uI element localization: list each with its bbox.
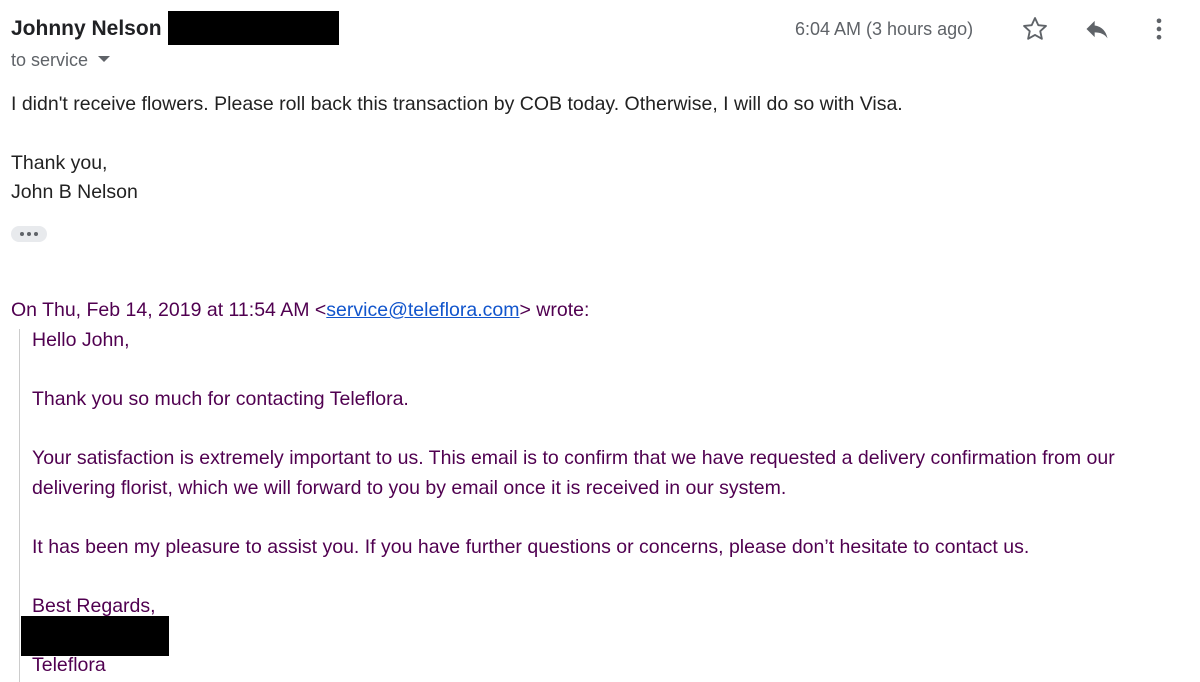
star-button[interactable] bbox=[1018, 12, 1052, 46]
reply-button[interactable] bbox=[1080, 12, 1114, 46]
recipient-details-toggle[interactable]: to service bbox=[11, 50, 111, 71]
quoted-company-signature: Teleflora bbox=[32, 654, 106, 676]
quoted-header: On Thu, Feb 14, 2019 at 11:54 AM <servic… bbox=[11, 298, 589, 322]
show-trimmed-content-button[interactable] bbox=[11, 226, 47, 242]
quoted-header-suffix: > wrote: bbox=[519, 299, 590, 321]
quoted-closing: Best Regards, bbox=[32, 595, 156, 617]
signature-redaction bbox=[21, 616, 169, 656]
quoted-paragraph: Your satisfaction is extremely important… bbox=[32, 447, 1115, 469]
timestamp: 6:04 AM (3 hours ago) bbox=[795, 19, 974, 39]
recipient-label: to service bbox=[11, 50, 89, 70]
dot-icon bbox=[34, 232, 38, 236]
reply-icon bbox=[1086, 20, 1108, 39]
quoted-greeting: Hello John, bbox=[32, 329, 130, 351]
more-vert-icon bbox=[1156, 18, 1162, 40]
sender-email-redaction bbox=[168, 11, 339, 45]
dot-icon bbox=[27, 232, 31, 236]
quote-border bbox=[19, 329, 20, 682]
message-line: I didn't receive flowers. Please roll ba… bbox=[11, 93, 903, 115]
quoted-header-prefix: On Thu, Feb 14, 2019 at 11:54 AM < bbox=[11, 299, 327, 321]
sender-email-link[interactable]: service@teleflora.com bbox=[326, 299, 519, 321]
more-options-button[interactable] bbox=[1142, 12, 1176, 46]
message-signature: John B Nelson bbox=[11, 181, 138, 203]
message-signoff: Thank you, bbox=[11, 152, 108, 174]
dot-icon bbox=[20, 232, 24, 236]
sender-name: Johnny Nelson bbox=[11, 17, 162, 40]
quoted-paragraph: delivering florist, which we will forwar… bbox=[32, 477, 787, 499]
quoted-paragraph: Thank you so much for contacting Teleflo… bbox=[32, 388, 409, 410]
star-outline-icon bbox=[1023, 17, 1047, 40]
caret-down-icon bbox=[98, 56, 111, 63]
quoted-paragraph: It has been my pleasure to assist you. I… bbox=[32, 536, 1030, 558]
